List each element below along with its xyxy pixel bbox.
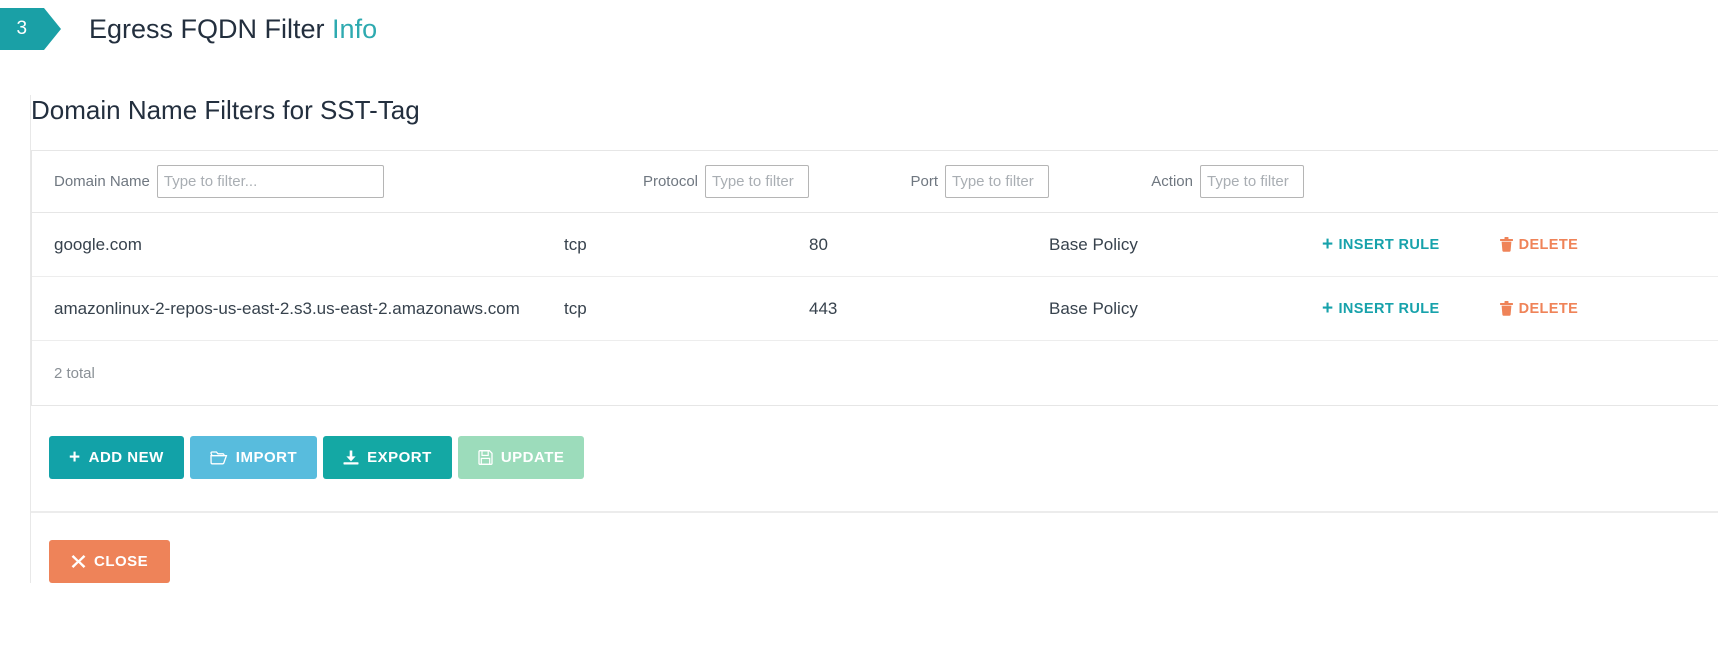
folder-icon [210,450,228,465]
insert-rule-label: INSERT RULE [1338,300,1440,317]
search-input-domain-name[interactable] [156,165,384,198]
cell-operations: + INSERT RULE DELETE [1304,299,1696,318]
update-button[interactable]: UPDATE [457,436,585,479]
table-filter-row: Domain Name Protocol Port Action [32,151,1718,213]
delete-button[interactable]: DELETE [1499,236,1579,253]
insert-rule-label: INSERT RULE [1338,236,1440,253]
filter-cell-protocol: Protocol [564,165,809,198]
close-button-bar: CLOSE [31,540,1718,583]
cell-protocol: tcp [564,298,587,318]
filter-label-action: Action [1151,173,1193,190]
cell-action: Base Policy [1049,298,1138,318]
info-link[interactable]: Info [332,14,377,44]
delete-label: DELETE [1518,236,1579,253]
insert-rule-button[interactable]: + INSERT RULE [1322,235,1440,254]
import-label: IMPORT [235,449,298,466]
filter-cell-domain-name: Domain Name [54,165,564,198]
domain-filters-table: Domain Name Protocol Port Action google.… [31,150,1718,406]
insert-rule-button[interactable]: + INSERT RULE [1322,299,1440,318]
export-label: EXPORT [367,449,432,466]
section-divider [31,511,1718,513]
plus-icon: + [69,447,81,468]
step-header: 3 Egress FQDN Filter Info [0,8,377,50]
cell-operations: + INSERT RULE DELETE [1304,235,1696,254]
close-button[interactable]: CLOSE [49,540,171,583]
trash-icon [1499,301,1513,316]
filter-cell-port: Port [809,165,1049,198]
filter-label-port: Port [910,173,938,190]
cell-domain-name: amazonlinux-2-repos-us-east-2.s3.us-east… [54,298,520,318]
cell-domain-name: google.com [54,234,142,254]
trash-icon [1499,237,1513,252]
filter-label-domain-name: Domain Name [54,173,150,190]
cell-action: Base Policy [1049,234,1138,254]
table-row: amazonlinux-2-repos-us-east-2.s3.us-east… [32,277,1718,341]
page-title: Egress FQDN Filter Info [89,14,377,45]
import-button[interactable]: IMPORT [189,436,318,479]
filter-label-protocol: Protocol [642,173,698,190]
row-count-label: 2 total [54,364,95,382]
search-input-action[interactable] [1200,165,1304,198]
page-title-text: Egress FQDN Filter [89,13,325,44]
panel-title: Domain Name Filters for SST-Tag [31,95,420,125]
table-footer: 2 total [32,341,1718,405]
table-row: google.com tcp 80 Base Policy + INSERT R… [32,213,1718,277]
table-action-buttons: + ADD NEW IMPORT EXPORT UPDATE [31,436,1718,479]
plus-icon: + [1322,298,1334,319]
close-icon [71,554,86,569]
search-input-protocol[interactable] [705,165,809,198]
update-label: UPDATE [500,449,565,466]
close-label: CLOSE [94,553,149,570]
add-new-label: ADD NEW [88,449,164,466]
filter-cell-action: Action [1049,165,1304,198]
cell-port: 443 [809,298,838,318]
step-number: 3 [16,18,28,39]
cell-port: 80 [809,234,828,254]
cell-protocol: tcp [564,234,587,254]
step-number-badge: 3 [0,8,61,50]
save-icon [478,450,493,465]
delete-button[interactable]: DELETE [1499,300,1579,317]
filters-panel: Domain Name Filters for SST-Tag Domain N… [30,95,1718,583]
download-icon [343,450,359,465]
delete-label: DELETE [1518,300,1579,317]
search-input-port[interactable] [945,165,1049,198]
add-new-button[interactable]: + ADD NEW [49,436,184,479]
plus-icon: + [1322,234,1334,255]
export-button[interactable]: EXPORT [323,436,452,479]
